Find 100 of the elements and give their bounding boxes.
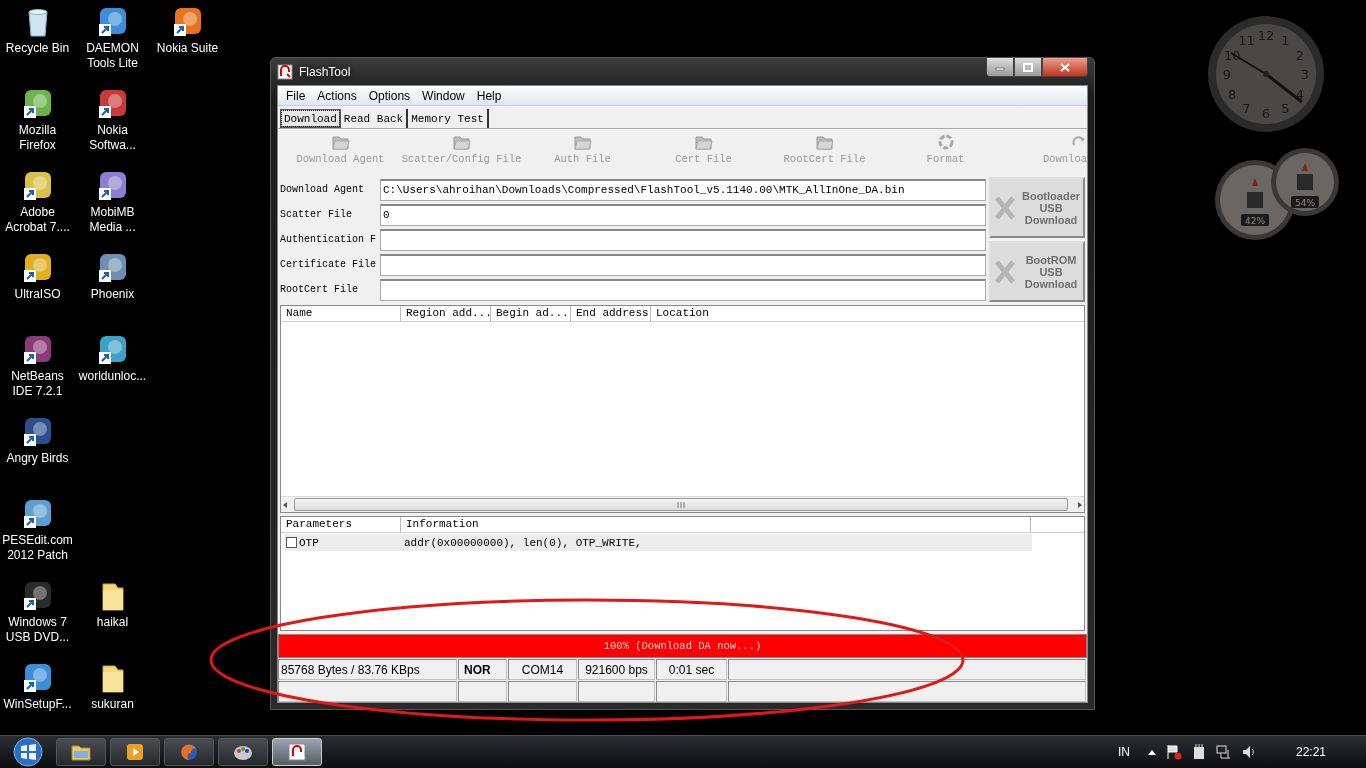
desktop-icon-label[interactable]: Angry Birds xyxy=(0,451,76,466)
right-arrow-icon[interactable] xyxy=(1076,500,1084,509)
language-indicator[interactable]: IN xyxy=(1117,745,1130,759)
file-path-field[interactable]: 0 xyxy=(380,203,986,226)
app-shortcut-icon xyxy=(21,416,54,448)
meter-gauge xyxy=(1271,148,1339,216)
desktop-icon-label[interactable]: worldunloc... xyxy=(74,369,151,384)
app-shortcut-icon xyxy=(96,334,129,366)
desktop-icon-label[interactable]: haikal xyxy=(74,615,151,630)
field-label: Scatter File xyxy=(280,209,353,220)
status-cell: 921600 bps xyxy=(578,659,655,680)
folder-icon xyxy=(694,134,713,150)
cycle-icon xyxy=(937,134,954,150)
app-shortcut-icon xyxy=(96,252,129,284)
column-header[interactable]: Begin ad... xyxy=(491,306,571,321)
column-header[interactable]: End address xyxy=(571,306,651,321)
checkbox[interactable] xyxy=(286,537,297,548)
tab[interactable]: Read Back xyxy=(340,109,409,128)
up-arrow-icon[interactable] xyxy=(1147,749,1156,755)
meter-reading: 54% xyxy=(1295,198,1315,208)
field-label: Download Agent xyxy=(280,184,365,195)
desktop-icon-label[interactable]: Mozilla Firefox xyxy=(0,123,76,153)
status-cell: NOR xyxy=(458,659,507,680)
folder-icon xyxy=(71,743,91,761)
menu-item[interactable]: Actions xyxy=(311,88,363,103)
app-shortcut-icon xyxy=(21,334,54,366)
cross-icon xyxy=(995,259,1015,284)
app-shortcut-icon xyxy=(21,170,54,202)
desktop-icon-label[interactable]: Adobe Acrobat 7.... xyxy=(0,205,76,235)
window-title: FlashTool xyxy=(299,64,352,79)
status-cell: COM14 xyxy=(508,659,577,680)
parameter-info: addr(0x00000000), len(0), OTP_WRITE, xyxy=(404,536,642,549)
parameter-name: OTP xyxy=(299,536,320,549)
close-button[interactable] xyxy=(1042,58,1088,77)
network-icon[interactable] xyxy=(1215,744,1232,760)
folder-icon xyxy=(452,134,471,150)
column-header[interactable]: Information xyxy=(401,517,1031,532)
desktop-icon-label[interactable]: Windows 7 USB DVD... xyxy=(0,615,76,645)
progress-text: 100% (Download DA now...) xyxy=(602,639,763,654)
desktop-icon-label[interactable]: Recycle Bin xyxy=(0,41,76,56)
desktop-icon-label[interactable]: WinSetupF... xyxy=(0,697,76,712)
desktop-icon-label[interactable]: MobiMB Media ... xyxy=(74,205,151,235)
taskbar-button[interactable] xyxy=(218,738,268,766)
taskbar-button[interactable] xyxy=(110,738,160,766)
close-icon xyxy=(1060,62,1070,72)
app-shortcut-icon xyxy=(96,6,129,38)
app-shortcut-icon xyxy=(171,6,204,38)
app-shortcut-icon xyxy=(21,662,54,694)
maximize-button[interactable] xyxy=(1014,58,1042,77)
speaker-icon[interactable] xyxy=(1241,745,1256,759)
horizontal-scrollbar[interactable] xyxy=(281,496,1084,512)
folder-icon xyxy=(815,134,834,150)
app-shortcut-icon xyxy=(21,252,54,284)
app-shortcut-icon xyxy=(96,170,129,202)
desktop-icon-label[interactable]: DAEMON Tools Lite xyxy=(74,41,151,71)
field-label: Certificate File xyxy=(280,259,377,270)
desktop-icon-label[interactable]: NetBeans IDE 7.2.1 xyxy=(0,369,76,399)
desktop-icon-label[interactable]: Phoenix xyxy=(74,287,151,302)
cross-icon xyxy=(995,195,1015,220)
left-arrow-icon[interactable] xyxy=(281,500,289,509)
folder-icon xyxy=(331,134,350,150)
taskbar-button[interactable] xyxy=(164,738,214,766)
desktop-icon-label[interactable]: Nokia Softwa... xyxy=(74,123,151,153)
desktop-icon-label[interactable]: sukuran xyxy=(74,697,151,712)
minimize-button[interactable] xyxy=(986,58,1014,77)
file-path-field[interactable] xyxy=(380,278,986,301)
meter-reading: 42% xyxy=(1245,216,1265,226)
status-cell: 0:01 sec xyxy=(656,659,727,680)
desktop-icon-label[interactable]: PESEdit.com 2012 Patch xyxy=(0,533,76,563)
app-shortcut-icon xyxy=(21,88,54,120)
menu-item[interactable]: File xyxy=(280,88,312,103)
flag-icon[interactable] xyxy=(1165,744,1182,760)
column-header[interactable]: Name xyxy=(281,306,401,321)
column-header[interactable]: Region add... xyxy=(401,306,491,321)
field-label: RootCert File xyxy=(280,284,359,295)
app-shortcut-icon xyxy=(21,580,54,612)
tab[interactable]: Memory Test xyxy=(408,109,489,128)
clock-time[interactable]: 22:21 xyxy=(1295,745,1326,759)
folder-icon xyxy=(573,134,592,150)
palette-icon xyxy=(233,743,253,761)
app-shortcut-icon xyxy=(96,88,129,120)
tab[interactable]: Download xyxy=(280,109,341,128)
menu-item[interactable]: Help xyxy=(470,88,508,103)
column-header[interactable]: Location xyxy=(651,306,709,321)
globe-icon xyxy=(179,742,199,762)
column-header[interactable]: Parameters xyxy=(281,517,401,532)
device-icon[interactable] xyxy=(1191,744,1206,760)
file-path-field[interactable]: C:\Users\ahroihan\Downloads\Compressed\FlashTool_v5.1140.00\MTK_AllInOne_DA.bin xyxy=(380,178,986,201)
menu-item[interactable]: Window xyxy=(416,88,471,103)
app-shortcut-icon xyxy=(21,498,54,530)
menu-item[interactable]: Options xyxy=(362,88,417,103)
grip-icon[interactable] xyxy=(677,501,685,508)
media-player-icon xyxy=(126,743,144,761)
status-cell: 85768 Bytes / 83.76 KBps xyxy=(278,659,457,680)
file-path-field[interactable] xyxy=(380,253,986,276)
file-path-field[interactable] xyxy=(380,228,986,251)
desktop-icon-label[interactable]: UltraISO xyxy=(0,287,76,302)
taskbar-button[interactable] xyxy=(56,738,106,766)
field-label: Authentication F xyxy=(280,234,377,245)
desktop-icon-label[interactable]: Nokia Suite xyxy=(149,41,226,56)
